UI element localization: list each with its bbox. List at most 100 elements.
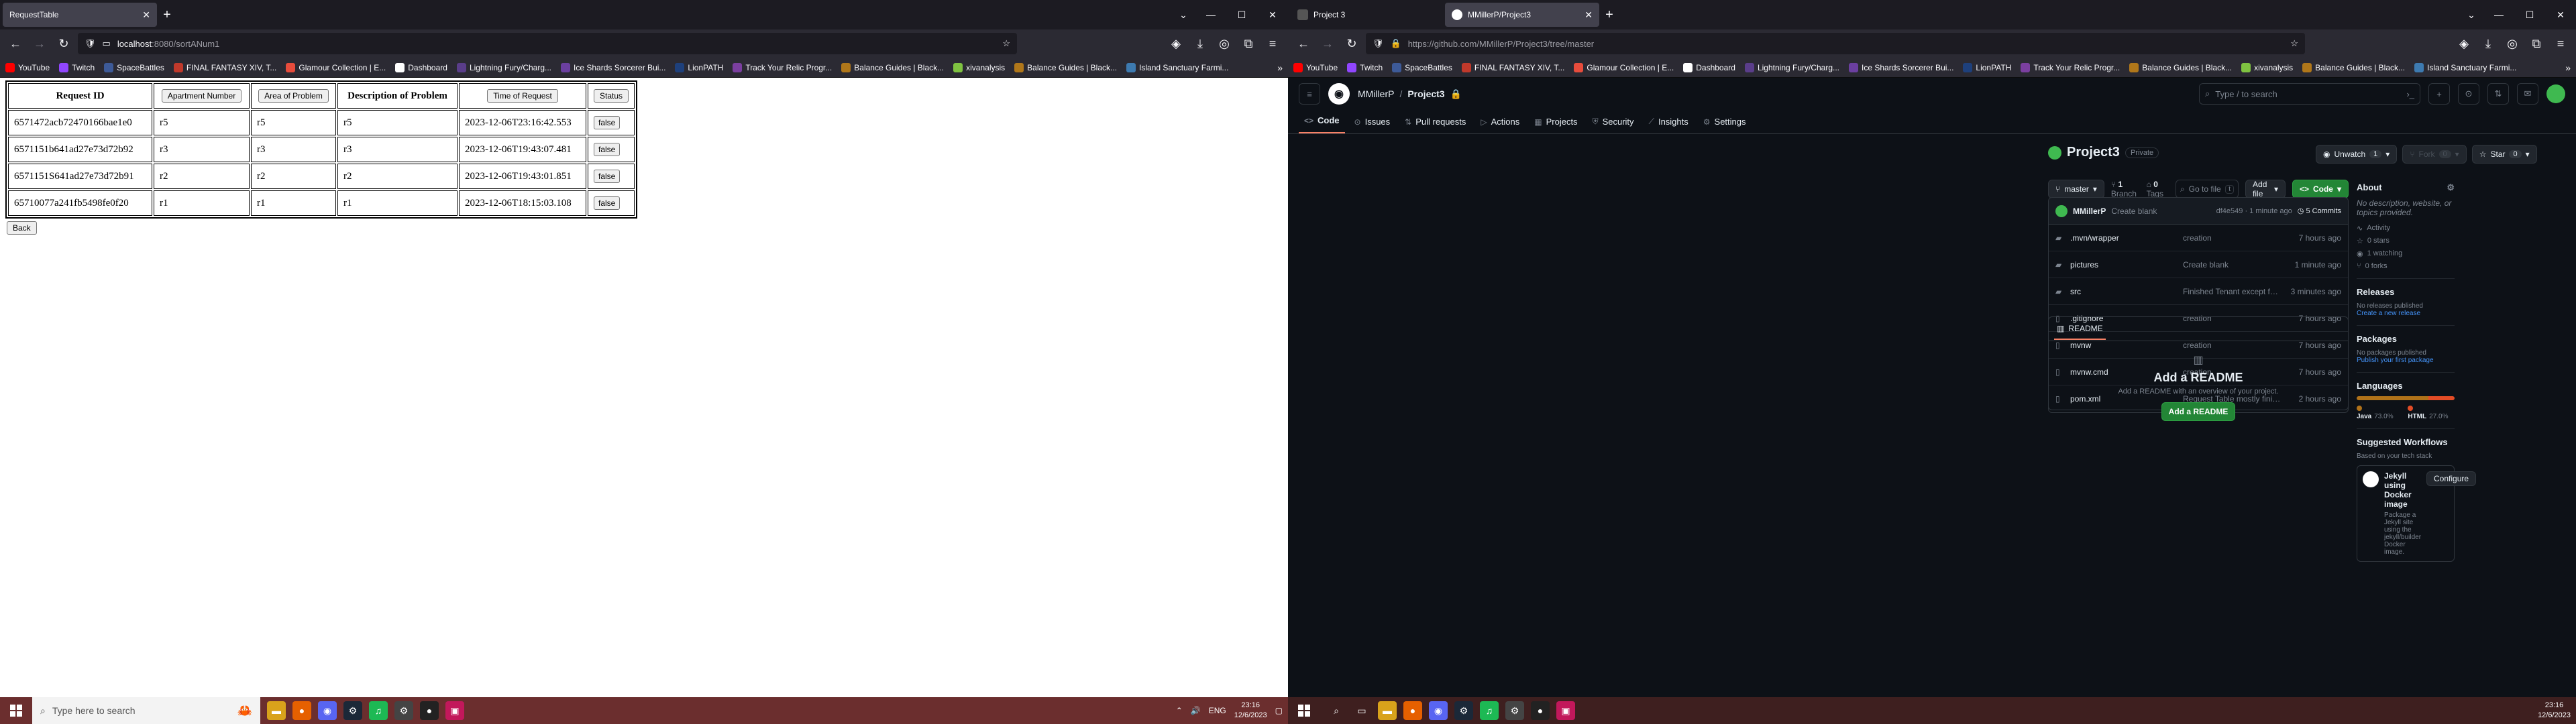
file-row[interactable]: ▰ src Finished Tenant except for update Ap… [2049, 278, 2348, 305]
watching-link[interactable]: ◉ 1 watching [2357, 249, 2455, 258]
tab-settings[interactable]: ⚙ Settings [1698, 117, 1752, 133]
maximize-icon[interactable]: ☐ [1226, 9, 1257, 21]
pocket-icon[interactable]: ◈ [2454, 34, 2474, 54]
page-info-icon[interactable]: ▭ [103, 38, 111, 49]
menu-icon[interactable]: ≡ [1263, 34, 1283, 54]
tags-link[interactable]: ⌂ 0 Tags [2147, 180, 2169, 198]
extensions-icon[interactable]: ⧉ [1238, 34, 1258, 54]
bookmark-item[interactable]: Glamour Collection | E... [286, 62, 386, 72]
bookmark-item[interactable]: Track Your Relic Progr... [733, 62, 832, 72]
tab-github-repo[interactable]: MMillerP/Project3 ✕ [1445, 3, 1599, 27]
file-explorer-icon[interactable]: ▬ [1378, 701, 1397, 720]
address-bar[interactable]: 🛡 ▭ localhost:8080/sortANum1 ☆ [78, 33, 1017, 54]
bookmark-item[interactable]: SpaceBattles [104, 62, 164, 72]
bookmark-item[interactable]: SpaceBattles [1392, 62, 1452, 72]
bookmark-item[interactable]: xivanalysis [2241, 62, 2293, 72]
create-new-icon[interactable]: + [2428, 83, 2450, 105]
go-to-file-input[interactable]: ⌕ Go to file t [2175, 180, 2239, 198]
repo-link[interactable]: Project3 [1407, 88, 1444, 100]
bookmark-item[interactable]: Lightning Fury/Charg... [456, 62, 551, 72]
owner-link[interactable]: MMillerP [1358, 88, 1394, 100]
clock[interactable]: 23:16 12/6/2023 [1234, 701, 1267, 721]
bookmark-item[interactable]: YouTube [1293, 62, 1338, 72]
issues-icon[interactable]: ⊙ [2458, 83, 2479, 105]
status-toggle-button[interactable]: false [594, 143, 621, 156]
downloads-icon[interactable]: ⤓ [1190, 34, 1210, 54]
bookmark-item[interactable]: Balance Guides | Black... [841, 62, 944, 72]
readme-tab[interactable]: ▥ README [2054, 318, 2106, 340]
command-palette-icon[interactable]: ›_ [2406, 89, 2414, 99]
stars-link[interactable]: ☆ 0 stars [2357, 237, 2455, 245]
avatar[interactable] [2546, 84, 2565, 103]
bookmark-item[interactable]: Ice Shards Sorcerer Bui... [561, 62, 665, 72]
discord-icon[interactable]: ◉ [1429, 701, 1448, 720]
chevron-up-icon[interactable]: ⌃ [1176, 706, 1183, 715]
settings-icon[interactable]: ⚙ [394, 701, 413, 720]
spotify-icon[interactable]: ♫ [369, 701, 388, 720]
publish-package-link[interactable]: Publish your first package [2357, 357, 2455, 364]
start-button[interactable] [1288, 697, 1320, 724]
sort-area-button[interactable]: Area of Problem [258, 89, 329, 103]
bookmark-item[interactable]: Twitch [1347, 62, 1383, 72]
status-toggle-button[interactable]: false [594, 116, 621, 129]
add-file-button[interactable]: Add file ▾ [2245, 180, 2286, 198]
bookmark-item[interactable]: Lightning Fury/Charg... [1744, 62, 1839, 72]
status-toggle-button[interactable]: false [594, 196, 621, 210]
bookmark-star-icon[interactable]: ☆ [2290, 38, 2298, 49]
steam-icon[interactable]: ⚙ [343, 701, 362, 720]
bookmark-star-icon[interactable]: ☆ [1002, 38, 1010, 49]
commit-author[interactable]: MMillerP [2073, 206, 2106, 216]
bookmark-item[interactable]: Balance Guides | Black... [2129, 62, 2232, 72]
tab-request-table[interactable]: RequestTable ✕ [3, 3, 157, 27]
reload-icon[interactable]: ↻ [1342, 34, 1362, 54]
more-bookmarks-icon[interactable]: » [2565, 62, 2571, 73]
bookmark-item[interactable]: Glamour Collection | E... [1574, 62, 1674, 72]
minimize-icon[interactable]: — [1195, 9, 1226, 20]
bookmark-item[interactable]: LionPATH [675, 62, 723, 72]
hamburger-icon[interactable]: ≡ [1299, 83, 1320, 105]
back-arrow-icon[interactable]: ← [1293, 34, 1313, 54]
new-tab-icon[interactable]: + [1599, 7, 1619, 23]
bookmark-item[interactable]: Track Your Relic Progr... [2021, 62, 2120, 72]
forks-link[interactable]: ⑂ 0 forks [2357, 262, 2455, 270]
code-button[interactable]: <> Code ▾ [2292, 180, 2349, 198]
file-row[interactable]: ▰ .mvn/wrapper creation 7 hours ago [2049, 225, 2348, 251]
pull-requests-icon[interactable]: ⇅ [2487, 83, 2509, 105]
app-icon[interactable]: ● [1531, 701, 1550, 720]
file-row[interactable]: ▰ pictures Create blank 1 minute ago [2049, 251, 2348, 278]
file-explorer-icon[interactable]: ▬ [267, 701, 286, 720]
tab-projects[interactable]: ▦ Projects [1529, 117, 1582, 133]
menu-icon[interactable]: ≡ [2551, 34, 2571, 54]
activity-link[interactable]: ∿ Activity [2357, 224, 2455, 233]
forward-arrow-icon[interactable]: → [1318, 34, 1338, 54]
minimize-icon[interactable]: — [2483, 9, 2514, 20]
back-arrow-icon[interactable]: ← [5, 34, 25, 54]
settings-icon[interactable]: ⚙ [1505, 701, 1524, 720]
releases-title[interactable]: Releases [2357, 287, 2455, 297]
clock[interactable]: 23:16 12/6/2023 [2538, 701, 2571, 721]
list-all-tabs-icon[interactable]: ⌄ [2459, 9, 2483, 21]
tab-pull-requests[interactable]: ⇅ Pull requests [1399, 117, 1471, 133]
tab-actions[interactable]: ▷ Actions [1475, 117, 1525, 133]
add-readme-button[interactable]: Add a README [2161, 402, 2236, 421]
branches-link[interactable]: ⑂ 1 Branch [2111, 180, 2140, 198]
commit-meta[interactable]: df4e549 · 1 minute ago [2216, 207, 2292, 215]
start-button[interactable] [0, 697, 32, 724]
github-search-input[interactable]: ⌕ Type / to search ›_ [2199, 83, 2420, 105]
star-button[interactable]: ☆ Star 0 ▾ [2471, 145, 2537, 164]
commits-link[interactable]: ◷ 5 Commits [2298, 206, 2341, 215]
taskbar-search[interactable]: ⌕ Type here to search 🦀 [32, 697, 260, 724]
maximize-icon[interactable]: ☐ [2514, 9, 2545, 21]
tab-project-3[interactable]: Project 3 [1291, 3, 1445, 27]
more-bookmarks-icon[interactable]: » [1277, 62, 1283, 73]
intellij-icon[interactable]: ▣ [445, 701, 464, 720]
create-release-link[interactable]: Create a new release [2357, 310, 2455, 317]
file-name[interactable]: src [2070, 287, 2178, 296]
close-window-icon[interactable]: ✕ [2545, 9, 2576, 21]
bookmark-item[interactable]: xivanalysis [953, 62, 1005, 72]
pocket-icon[interactable]: ◈ [1166, 34, 1186, 54]
close-icon[interactable]: ✕ [1585, 9, 1593, 21]
forward-arrow-icon[interactable]: → [30, 34, 50, 54]
close-window-icon[interactable]: ✕ [1257, 9, 1288, 21]
search-icon[interactable]: ⌕ [1327, 701, 1346, 720]
